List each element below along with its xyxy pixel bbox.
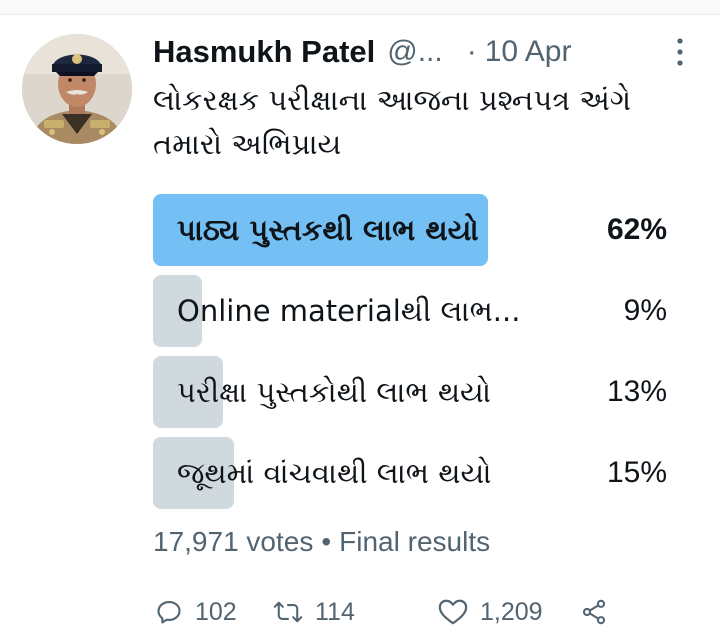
poll: પાઠ્ય પુસ્તકથી લાભ થયો 62% Online material… bbox=[153, 194, 673, 518]
retweet-icon bbox=[273, 601, 303, 623]
poll-footer-separator: • bbox=[321, 526, 332, 557]
author-name[interactable]: Hasmukh Patel bbox=[153, 34, 375, 70]
tweet-actions: 102 114 1,209 bbox=[155, 590, 625, 634]
vertical-dots-icon bbox=[677, 38, 683, 66]
like-button[interactable]: 1,209 bbox=[438, 598, 580, 627]
poll-option-label: Online materialથી લાભ... bbox=[177, 294, 521, 328]
poll-option-label: પરીક્ષા પુસ્તકોથી લાભ થયો bbox=[177, 375, 492, 409]
poll-option: પરીક્ષા પુસ્તકોથી લાભ થયો 13% bbox=[153, 356, 673, 428]
poll-footer: 17,971 votes • Final results bbox=[153, 520, 490, 564]
heart-icon bbox=[438, 599, 468, 625]
poll-option-percent: 9% bbox=[623, 294, 667, 327]
poll-option: પાઠ્ય પુસ્તકથી લાભ થયો 62% bbox=[153, 194, 673, 266]
retweet-count: 114 bbox=[315, 597, 355, 626]
poll-option-percent: 15% bbox=[606, 456, 667, 489]
poll-status: Final results bbox=[339, 526, 491, 557]
poll-option-percent: 13% bbox=[606, 375, 667, 408]
poll-option: Online materialથી લાભ... 9% bbox=[153, 275, 673, 347]
poll-votes: 17,971 votes bbox=[153, 526, 314, 557]
reply-icon bbox=[157, 601, 181, 624]
poll-option: જૂથમાં વાંચવાથી લાભ થયો 15% bbox=[153, 437, 673, 509]
poll-option-percent: 62% bbox=[606, 213, 667, 246]
avatar[interactable] bbox=[22, 34, 132, 144]
author-handle[interactable]: @... bbox=[387, 35, 442, 69]
more-options-button[interactable] bbox=[670, 36, 690, 68]
top-divider bbox=[0, 0, 720, 15]
tweet-text: લોકરક્ષક પરીક્ષાના આજના પ્રશ્નપત્ર અંગે … bbox=[153, 83, 632, 161]
poll-option-label: જૂથમાં વાંચવાથી લાભ થયો bbox=[177, 456, 492, 490]
header-separator: · bbox=[466, 35, 477, 68]
tweet-date[interactable]: 10 Apr bbox=[485, 35, 572, 69]
share-button[interactable] bbox=[580, 598, 620, 626]
share-icon bbox=[582, 599, 606, 625]
retweet-button[interactable]: 114 bbox=[273, 598, 438, 627]
poll-option-label: પાઠ્ય પુસ્તકથી લાભ થયો bbox=[177, 213, 479, 247]
police-officer-avatar-icon bbox=[22, 34, 132, 144]
like-count: 1,209 bbox=[480, 597, 543, 626]
tweet-header: Hasmukh Patel @... · 10 Apr bbox=[153, 30, 698, 74]
reply-count: 102 bbox=[195, 597, 237, 626]
reply-button[interactable]: 102 bbox=[155, 598, 273, 627]
